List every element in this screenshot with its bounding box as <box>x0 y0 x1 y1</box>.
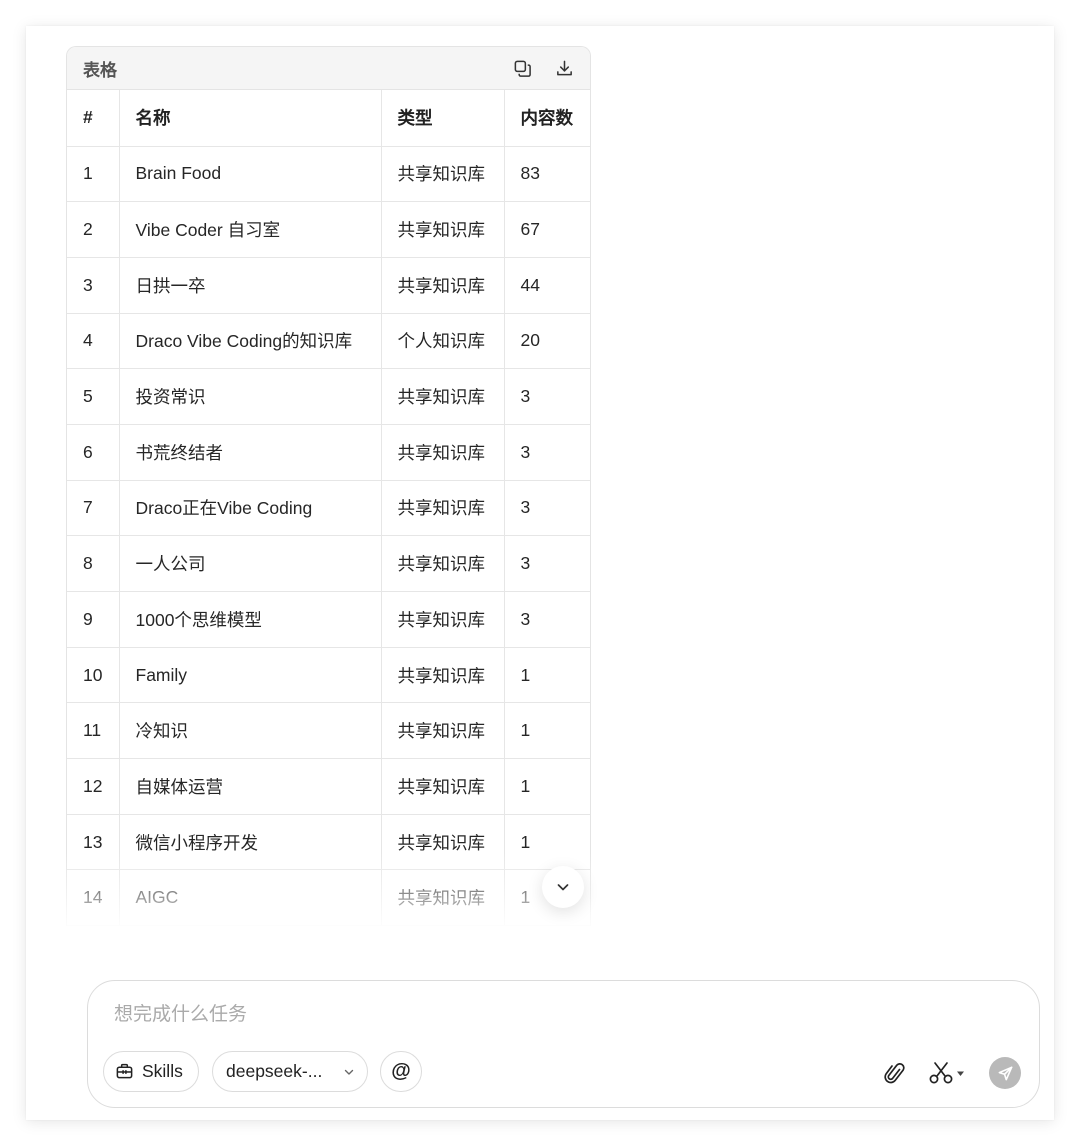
cell-index: 14 <box>67 869 120 926</box>
table-row: 9 1000个思维模型 共享知识库 3 <box>67 591 590 648</box>
scroll-down-button[interactable] <box>542 866 584 908</box>
table-card-title: 表格 <box>83 60 117 80</box>
copy-icon[interactable] <box>511 57 533 79</box>
cell-index: 4 <box>67 313 120 370</box>
column-header-type: 类型 <box>381 90 505 147</box>
table-row: 2 Vibe Coder 自习室 共享知识库 67 <box>67 201 590 258</box>
table-row: 12 自媒体运营 共享知识库 1 <box>67 758 590 815</box>
cell-name: 自媒体运营 <box>119 758 382 815</box>
mention-label: @ <box>391 1060 411 1082</box>
column-header-count: 内容数 <box>504 90 590 147</box>
cell-name: AIGC <box>119 869 382 926</box>
cell-type: 共享知识库 <box>381 146 505 203</box>
cell-name: Vibe Coder 自习室 <box>119 201 382 258</box>
table-row: 10 Family 共享知识库 1 <box>67 647 590 704</box>
cell-type: 共享知识库 <box>381 814 505 871</box>
cell-type: 共享知识库 <box>381 424 505 481</box>
cell-count: 3 <box>504 424 590 481</box>
cell-type: 共享知识库 <box>381 702 505 760</box>
cell-index: 5 <box>67 368 120 425</box>
cell-type: 共享知识库 <box>381 591 505 648</box>
cell-name: 微信小程序开发 <box>119 814 382 871</box>
send-icon <box>997 1065 1014 1082</box>
cell-count: 3 <box>504 368 590 425</box>
cell-count: 44 <box>504 257 590 314</box>
download-icon[interactable] <box>553 57 575 79</box>
cell-name: 冷知识 <box>119 702 382 760</box>
cell-type: 共享知识库 <box>381 201 505 258</box>
cell-name: 1000个思维模型 <box>119 591 382 648</box>
cell-index: 11 <box>67 702 120 760</box>
paperclip-icon[interactable] <box>883 1059 907 1087</box>
cell-name: 投资常识 <box>119 368 382 425</box>
table-header-row: # 名称 类型 内容数 <box>67 90 590 147</box>
table-row: 1 Brain Food 共享知识库 83 <box>67 146 590 203</box>
task-input[interactable] <box>114 1001 994 1029</box>
column-header-name: 名称 <box>119 90 382 147</box>
chevron-down-icon <box>555 879 571 895</box>
table-row: 11 冷知识 共享知识库 1 <box>67 702 590 760</box>
cell-name: Family <box>119 647 382 704</box>
cell-type: 个人知识库 <box>381 313 505 370</box>
mention-button[interactable]: @ <box>380 1051 422 1092</box>
composer: Skills deepseek-... @ <box>87 980 1040 1108</box>
cell-index: 3 <box>67 257 120 314</box>
table-row: 8 一人公司 共享知识库 3 <box>67 535 590 592</box>
chevron-down-icon <box>343 1066 355 1078</box>
cell-count: 3 <box>504 535 590 592</box>
cell-index: 2 <box>67 201 120 258</box>
model-selector[interactable]: deepseek-... <box>212 1051 368 1092</box>
table-row: 4 Draco Vibe Coding的知识库 个人知识库 20 <box>67 313 590 370</box>
cell-count: 20 <box>504 313 590 370</box>
cell-name: Draco正在Vibe Coding <box>119 480 382 537</box>
cell-type: 共享知识库 <box>381 257 505 314</box>
send-button[interactable] <box>989 1057 1021 1089</box>
cell-count: 67 <box>504 201 590 258</box>
table-body: 1 Brain Food 共享知识库 83 2 Vibe Coder 自习室 共享知识库 67… <box>67 146 590 926</box>
cell-name: 日拱一卒 <box>119 257 382 314</box>
cell-index: 13 <box>67 814 120 871</box>
cell-count: 1 <box>504 647 590 704</box>
cell-count: 1 <box>504 814 590 871</box>
skills-label: Skills <box>142 1061 183 1081</box>
scissors-icon[interactable] <box>928 1059 968 1087</box>
cell-index: 9 <box>67 591 120 648</box>
cell-index: 1 <box>67 146 120 203</box>
table-card: 表格 # 名称 类型 内容数 1 Brain Food 共享知识库 83 2 V… <box>66 46 591 926</box>
table-row: 14 AIGC 共享知识库 1 <box>67 869 590 926</box>
cell-name: 书荒终结者 <box>119 424 382 481</box>
skills-button[interactable]: Skills <box>103 1051 199 1092</box>
cell-type: 共享知识库 <box>381 647 505 704</box>
cell-type: 共享知识库 <box>381 368 505 425</box>
toolbox-icon <box>115 1062 134 1081</box>
cell-count: 1 <box>504 702 590 760</box>
cell-name: Draco Vibe Coding的知识库 <box>119 313 382 370</box>
cell-type: 共享知识库 <box>381 758 505 815</box>
model-label: deepseek-... <box>226 1061 323 1081</box>
cell-index: 7 <box>67 480 120 537</box>
knowledge-base-table: # 名称 类型 内容数 1 Brain Food 共享知识库 83 2 Vibe Code… <box>67 90 590 926</box>
chat-window: 表格 # 名称 类型 内容数 1 Brain Food 共享知识库 83 2 V… <box>26 26 1054 1120</box>
cell-index: 12 <box>67 758 120 815</box>
cell-index: 10 <box>67 647 120 704</box>
cell-type: 共享知识库 <box>381 535 505 592</box>
table-card-header: 表格 <box>67 47 590 90</box>
column-header-index: # <box>67 90 120 147</box>
table-row: 13 微信小程序开发 共享知识库 1 <box>67 814 590 871</box>
cell-name: 一人公司 <box>119 535 382 592</box>
cell-type: 共享知识库 <box>381 869 505 926</box>
cell-count: 83 <box>504 146 590 203</box>
cell-type: 共享知识库 <box>381 480 505 537</box>
cell-count: 3 <box>504 591 590 648</box>
cell-count: 1 <box>504 758 590 815</box>
cell-name: Brain Food <box>119 146 382 203</box>
table-row: 5 投资常识 共享知识库 3 <box>67 368 590 425</box>
table-row: 3 日拱一卒 共享知识库 44 <box>67 257 590 314</box>
cell-index: 8 <box>67 535 120 592</box>
table-row: 6 书荒终结者 共享知识库 3 <box>67 424 590 481</box>
table-row: 7 Draco正在Vibe Coding 共享知识库 3 <box>67 480 590 537</box>
cell-count: 3 <box>504 480 590 537</box>
cell-index: 6 <box>67 424 120 481</box>
